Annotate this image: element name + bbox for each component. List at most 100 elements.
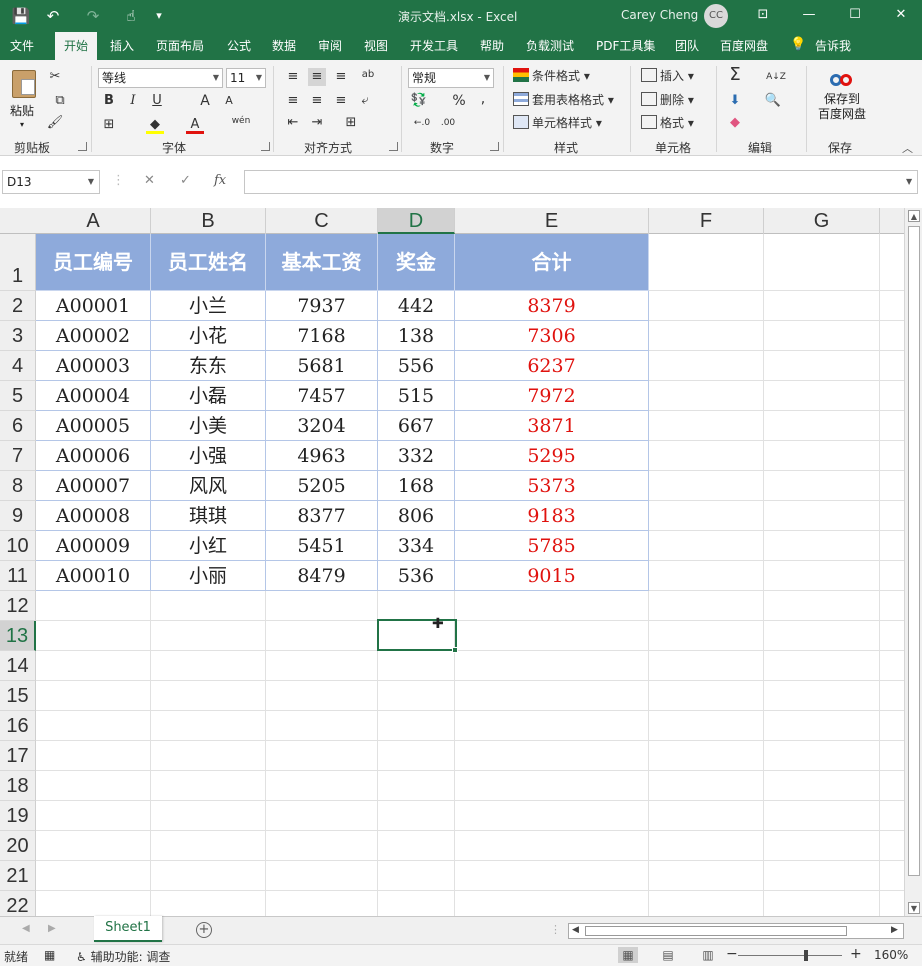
- row-header-21[interactable]: 21: [0, 861, 36, 891]
- row-header-4[interactable]: 4: [0, 351, 36, 381]
- horizontal-scrollbar[interactable]: ◀ ▶: [568, 923, 904, 939]
- tab-insert[interactable]: 插入: [110, 32, 134, 60]
- table-cell[interactable]: 3871: [455, 411, 649, 441]
- table-cell[interactable]: 7937: [266, 291, 378, 321]
- table-cell[interactable]: 4963: [266, 441, 378, 471]
- tab-baidu-netdisk[interactable]: 百度网盘: [720, 32, 768, 60]
- active-cell-selection[interactable]: [377, 619, 457, 651]
- table-cell[interactable]: A00003: [36, 351, 151, 381]
- tab-review[interactable]: 审阅: [318, 32, 342, 60]
- ribbon-display-options-icon[interactable]: ⊡: [750, 5, 776, 25]
- table-header-cell[interactable]: 员工姓名: [151, 234, 266, 291]
- tab-help[interactable]: 帮助: [480, 32, 504, 60]
- tab-home[interactable]: 开始: [55, 32, 97, 62]
- number-launcher-icon[interactable]: [490, 142, 499, 151]
- close-icon[interactable]: ✕: [888, 5, 914, 25]
- font-name-select[interactable]: 等线 ▼: [98, 68, 223, 88]
- add-sheet-icon[interactable]: +: [196, 922, 212, 938]
- align-top-icon[interactable]: ≡: [284, 68, 302, 86]
- accounting-format-icon[interactable]: 💱: [410, 92, 428, 110]
- fill-color-icon[interactable]: ◆: [146, 116, 164, 134]
- macro-record-icon[interactable]: ▦: [44, 948, 55, 962]
- row-header-16[interactable]: 16: [0, 711, 36, 741]
- font-size-select[interactable]: 11 ▼: [226, 68, 266, 88]
- align-left-icon[interactable]: ≡: [284, 92, 302, 110]
- table-header-cell[interactable]: 奖金: [378, 234, 455, 291]
- expand-formula-bar-icon[interactable]: ▼: [906, 177, 912, 186]
- borders-icon[interactable]: ⊞: [100, 116, 118, 134]
- table-cell[interactable]: 东东: [151, 351, 266, 381]
- table-cell[interactable]: 5785: [455, 531, 649, 561]
- sheet-tab-sheet1[interactable]: Sheet1: [94, 916, 162, 942]
- table-header-cell[interactable]: 员工编号: [36, 234, 151, 291]
- column-header-a[interactable]: A: [36, 208, 151, 234]
- italic-button[interactable]: I: [124, 92, 142, 110]
- row-header-18[interactable]: 18: [0, 771, 36, 801]
- table-cell[interactable]: 小红: [151, 531, 266, 561]
- align-middle-icon[interactable]: ≡: [308, 68, 326, 86]
- table-cell[interactable]: 442: [378, 291, 455, 321]
- table-cell[interactable]: 小花: [151, 321, 266, 351]
- autosum-button[interactable]: Σ: [726, 66, 744, 84]
- table-cell[interactable]: 5451: [266, 531, 378, 561]
- copy-icon[interactable]: ⧉: [46, 92, 74, 110]
- table-cell[interactable]: 168: [378, 471, 455, 501]
- table-header-cell[interactable]: 基本工资: [266, 234, 378, 291]
- column-header-e[interactable]: E: [455, 208, 649, 234]
- decrease-indent-icon[interactable]: ⇤: [284, 114, 302, 132]
- column-header-d[interactable]: D: [378, 208, 455, 234]
- tab-formulas[interactable]: 公式: [227, 32, 251, 60]
- table-cell[interactable]: 琪琪: [151, 501, 266, 531]
- page-break-preview-icon[interactable]: ▥: [698, 947, 718, 963]
- scroll-down-icon[interactable]: ▼: [908, 902, 920, 914]
- row-header-19[interactable]: 19: [0, 801, 36, 831]
- row-header-7[interactable]: 7: [0, 441, 36, 471]
- table-cell[interactable]: 8377: [266, 501, 378, 531]
- zoom-out-button[interactable]: −: [726, 946, 738, 962]
- row-header-22[interactable]: 22: [0, 891, 36, 916]
- tab-file[interactable]: 文件: [10, 32, 34, 60]
- formula-input[interactable]: [244, 170, 918, 194]
- maximize-icon[interactable]: ☐: [842, 5, 868, 25]
- row-header-17[interactable]: 17: [0, 741, 36, 771]
- table-cell[interactable]: A00001: [36, 291, 151, 321]
- font-color-button[interactable]: A: [186, 116, 204, 134]
- sort-filter-button[interactable]: A↓Z: [764, 68, 788, 86]
- cut-icon[interactable]: ✂: [46, 68, 64, 86]
- table-cell[interactable]: 7972: [455, 381, 649, 411]
- table-cell[interactable]: 7168: [266, 321, 378, 351]
- name-box[interactable]: D13 ▼: [2, 170, 100, 194]
- enter-icon[interactable]: ✓: [180, 173, 191, 188]
- avatar[interactable]: CC: [704, 4, 728, 28]
- tab-team[interactable]: 团队: [675, 32, 699, 60]
- comma-style-button[interactable]: ,: [474, 90, 492, 108]
- clear-button[interactable]: ◆: [726, 114, 744, 132]
- redo-icon[interactable]: ↷: [82, 6, 104, 26]
- customize-quick-access-icon[interactable]: ▾: [148, 6, 170, 26]
- tab-data[interactable]: 数据: [272, 32, 296, 60]
- grow-font-button[interactable]: A: [196, 92, 214, 110]
- delete-cells-button[interactable]: 删除 ▾: [641, 92, 694, 108]
- collapse-ribbon-icon[interactable]: ︿: [902, 140, 913, 156]
- table-cell[interactable]: 9183: [455, 501, 649, 531]
- accessibility-status[interactable]: ♿ 辅助功能: 调查: [76, 948, 170, 965]
- clipboard-launcher-icon[interactable]: [78, 142, 87, 151]
- increase-decimal-button[interactable]: ←.0: [410, 114, 434, 132]
- table-cell[interactable]: 7457: [266, 381, 378, 411]
- number-format-select[interactable]: 常规 ▼: [408, 68, 494, 88]
- scroll-right-icon[interactable]: ▶: [891, 925, 898, 935]
- save-to-baidu-button[interactable]: 保存到 百度网盘: [814, 68, 870, 136]
- table-cell[interactable]: A00009: [36, 531, 151, 561]
- table-cell[interactable]: 5681: [266, 351, 378, 381]
- bold-button[interactable]: B: [100, 92, 118, 110]
- column-header-b[interactable]: B: [151, 208, 266, 234]
- merge-center-button[interactable]: ⊞: [342, 114, 360, 132]
- tab-view[interactable]: 视图: [364, 32, 388, 60]
- row-header-6[interactable]: 6: [0, 411, 36, 441]
- table-cell[interactable]: A00002: [36, 321, 151, 351]
- save-icon[interactable]: 💾: [10, 6, 32, 26]
- phonetic-guide-button[interactable]: wén: [230, 112, 252, 130]
- cancel-icon[interactable]: ✕: [144, 173, 155, 188]
- table-cell[interactable]: 小美: [151, 411, 266, 441]
- shrink-font-button[interactable]: A: [220, 92, 238, 110]
